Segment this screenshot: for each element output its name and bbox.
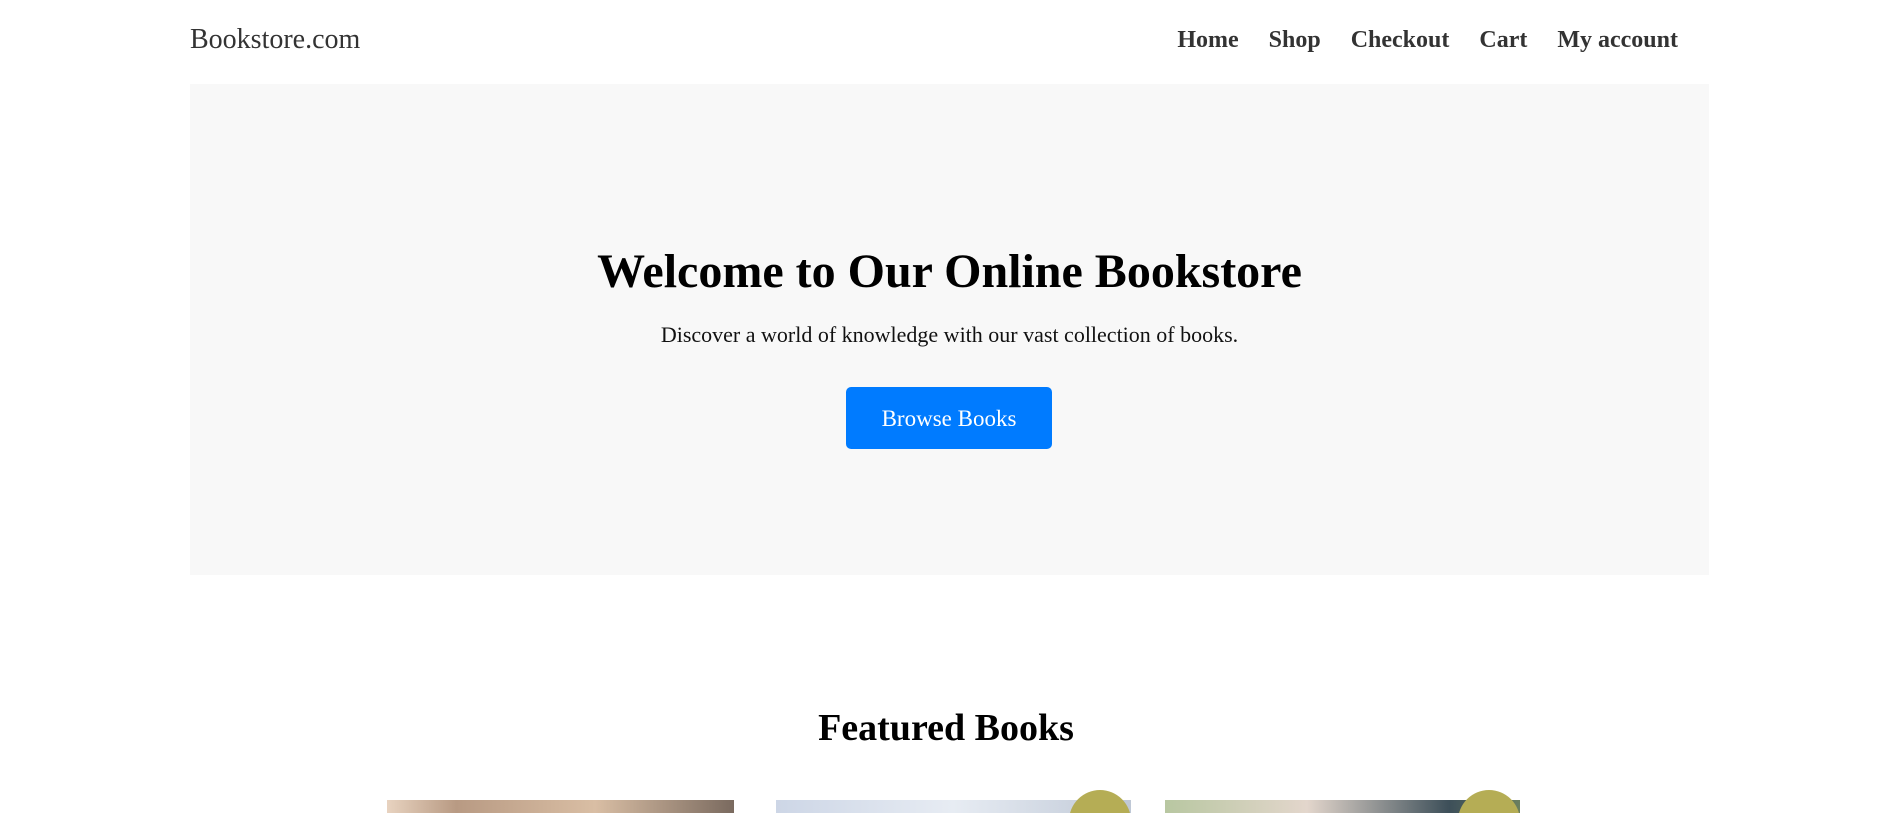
sale-badge <box>1069 790 1131 813</box>
page: Bookstore.com Home Shop Checkout Cart My… <box>0 0 1892 813</box>
sale-badge <box>1458 790 1520 813</box>
browse-books-button[interactable]: Browse Books <box>846 387 1052 449</box>
book-card[interactable] <box>387 800 734 813</box>
hero-section: Welcome to Our Online Bookstore Discover… <box>190 84 1709 575</box>
nav-checkout-link[interactable]: Checkout <box>1351 24 1450 56</box>
featured-books-title: Featured Books <box>818 707 1074 749</box>
site-header: Bookstore.com Home Shop Checkout Cart My… <box>190 0 1702 84</box>
book-cover-image[interactable] <box>387 800 734 813</box>
hero-title: Welcome to Our Online Bookstore <box>597 245 1302 298</box>
nav-shop-link[interactable]: Shop <box>1269 24 1321 56</box>
main-nav: Home Shop Checkout Cart My account <box>1177 24 1678 56</box>
brand-logo-link[interactable]: Bookstore.com <box>190 22 360 58</box>
nav-my-account-link[interactable]: My account <box>1557 24 1678 56</box>
nav-home-link[interactable]: Home <box>1177 24 1238 56</box>
hero-subtitle: Discover a world of knowledge with our v… <box>660 322 1239 347</box>
nav-cart-link[interactable]: Cart <box>1479 24 1527 56</box>
